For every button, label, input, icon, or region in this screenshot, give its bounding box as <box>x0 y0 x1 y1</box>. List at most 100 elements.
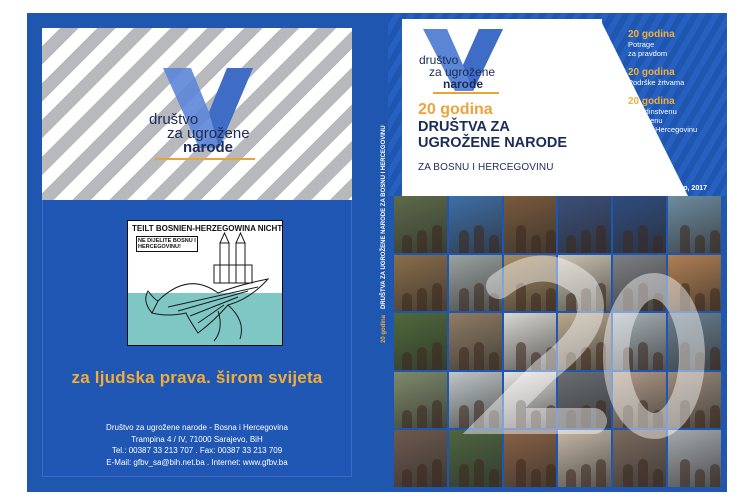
contact-address: Trampina 4 / IV, 71000 Sarajevo, BiH <box>131 434 263 444</box>
photo-figure <box>710 229 721 253</box>
photo-figure <box>488 468 499 487</box>
cover-date: Sarajevo, 2017 <box>658 185 707 192</box>
collage-photo <box>394 430 447 487</box>
photo-figure <box>566 293 577 312</box>
photo-figure <box>581 463 592 487</box>
spine-title: DRUŠTVA ZA UGROŽENE NARODE ZA BOSNU I HE… <box>380 125 387 309</box>
collage-photo <box>448 196 502 253</box>
spine-years: 20 godina <box>380 314 387 343</box>
photo-figure <box>458 229 469 253</box>
photo-figure <box>623 229 634 253</box>
photo-figure <box>653 293 664 312</box>
collage-photo <box>668 430 721 487</box>
photo-figure <box>432 458 442 487</box>
collage-photo <box>558 430 612 487</box>
photo-figure <box>596 341 607 370</box>
photo-figure <box>488 351 499 370</box>
collage-photo <box>613 196 667 253</box>
collage-photo <box>503 313 557 370</box>
back-cover: društvo za ugrožene narode TEILT BOSNIEN… <box>27 13 367 492</box>
collage-photo <box>613 430 667 487</box>
photo-figure <box>545 288 556 312</box>
photo-figure <box>596 458 607 487</box>
collage-photo <box>503 254 557 312</box>
photo-figure <box>710 288 721 312</box>
collage-photo <box>613 254 667 312</box>
photo-collage <box>394 196 721 487</box>
photo-figure <box>581 229 592 253</box>
photo-figure <box>566 351 577 370</box>
cover-title: DRUŠTVA ZA UGROŽENE NARODE <box>418 119 567 151</box>
photo-figure <box>417 288 427 312</box>
photo-figure <box>473 400 484 429</box>
photo-figure <box>432 341 442 370</box>
photo-figure <box>680 224 691 253</box>
collage-photo <box>668 196 721 253</box>
milestone-item: 20 godina Za jedinstvenu i suverenu Bosn… <box>628 96 723 134</box>
collage-photo <box>448 430 502 487</box>
photo-figure <box>530 293 541 312</box>
photo-figure <box>623 346 634 370</box>
photo-figure <box>623 288 634 312</box>
cover-title-line1: DRUŠTVA ZA <box>418 119 510 135</box>
photo-figure <box>695 410 706 429</box>
photo-figure <box>581 288 592 312</box>
photo-figure <box>488 410 499 429</box>
photo-figure <box>417 463 427 487</box>
photo-figure <box>653 351 664 370</box>
photo-figure <box>653 234 664 253</box>
spine: 20 godina DRUŠTVA ZA UGROŽENE NARODE ZA … <box>367 13 388 492</box>
contact-organization: Društvo za ugrožene narode - Bosna i Her… <box>106 423 288 432</box>
cover-subtitle: ZA BOSNU I HERCEGOVINU <box>418 162 554 173</box>
photo-figure <box>515 341 526 370</box>
photo-figure <box>680 341 691 370</box>
photo-figure <box>530 410 541 429</box>
brochure-spread: društvo za ugrožene narode TEILT BOSNIEN… <box>27 13 727 492</box>
photo-figure <box>488 293 499 312</box>
photo-figure <box>432 283 442 312</box>
photo-figure <box>473 283 484 312</box>
photo-figure <box>596 400 607 429</box>
milestone-text: i suverenu <box>628 116 663 125</box>
photo-figure <box>530 468 541 487</box>
photo-figure <box>473 224 484 253</box>
poster-illustration: TEILT BOSNIEN-HERZEGOWINA NICHT! NE DIJE… <box>127 220 283 346</box>
milestone-text: za pravdom <box>628 49 668 58</box>
slogan: za ljudska prava. širom svijeta <box>71 368 323 387</box>
milestone-heading: 20 godina <box>628 96 675 107</box>
photo-figure <box>680 400 691 429</box>
poster-headline: TEILT BOSNIEN-HERZEGOWINA NICHT! <box>132 224 283 233</box>
milestone-text: Potrage <box>628 40 655 49</box>
photo-figure <box>566 234 577 253</box>
photo-figure <box>515 400 526 429</box>
milestone-heading: 20 godina <box>628 29 675 40</box>
photo-figure <box>680 458 691 487</box>
photo-figure <box>417 346 427 370</box>
photo-figure <box>581 405 592 429</box>
back-cover-panel: društvo za ugrožene narode TEILT BOSNIEN… <box>42 28 352 477</box>
collage-photo <box>448 371 502 429</box>
collage-photo <box>394 371 447 429</box>
collage-photo <box>503 196 557 253</box>
photo-figure <box>710 405 721 429</box>
contact-phone-fax: Tel.: 00387 33 213 707 . Fax: 00387 33 2… <box>111 446 283 455</box>
striped-header-panel: društvo za ugrožene narode <box>42 28 352 200</box>
collage-photo <box>394 313 447 370</box>
photo-figure <box>638 341 649 370</box>
photo-figure <box>638 458 649 487</box>
collage-photo <box>394 196 447 253</box>
photo-figure <box>695 234 706 253</box>
photo-figure <box>473 458 484 487</box>
collage-photo <box>668 371 721 429</box>
milestone-item: 20 godina Potrage za pravdom <box>628 29 723 58</box>
photo-figure <box>638 283 649 312</box>
photo-figure <box>417 229 427 253</box>
photo-figure <box>402 468 412 487</box>
photo-figure <box>680 283 691 312</box>
collage-photo <box>503 430 557 487</box>
photo-figure <box>545 405 556 429</box>
front-organization-logo: društvo za ugrožene narode <box>413 29 513 99</box>
collage-photo <box>668 254 721 312</box>
photo-figure <box>638 224 649 253</box>
collage-photo <box>613 371 667 429</box>
